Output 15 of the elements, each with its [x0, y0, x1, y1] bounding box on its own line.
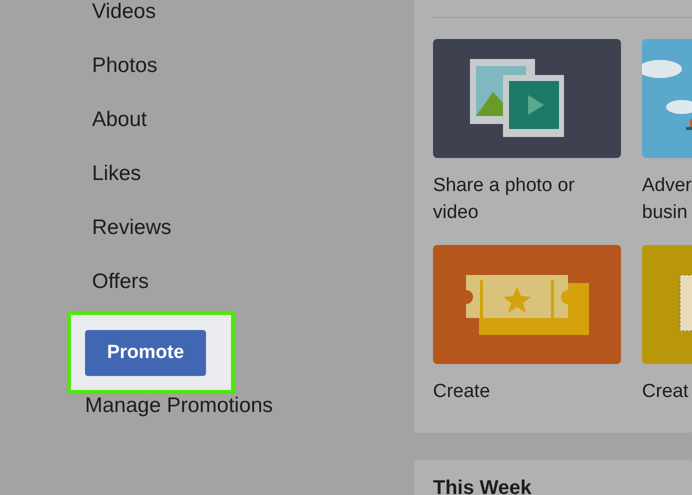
tile-caption: Adver busin: [642, 174, 692, 225]
promote-button[interactable]: Promote: [85, 330, 206, 376]
card-title: This Week: [433, 476, 532, 495]
photo-video-drawing[interactable]: [433, 39, 621, 158]
tile-caption: Creat: [642, 380, 688, 404]
sidebar-item[interactable]: About: [92, 106, 414, 134]
sidebar-item[interactable]: Likes: [92, 160, 414, 188]
sidebar-item[interactable]: Offers: [92, 268, 414, 296]
tile-caption: Create: [433, 380, 490, 404]
tile-caption: Share a photo or video: [433, 174, 575, 225]
sidebar-item[interactable]: Reviews: [92, 214, 414, 242]
sidebar-item[interactable]: Photos: [92, 52, 414, 80]
manage-promotions-link[interactable]: Manage Promotions: [85, 394, 273, 418]
ticket-drawing[interactable]: [433, 245, 621, 364]
sidebar-item[interactable]: Videos: [92, 0, 414, 26]
